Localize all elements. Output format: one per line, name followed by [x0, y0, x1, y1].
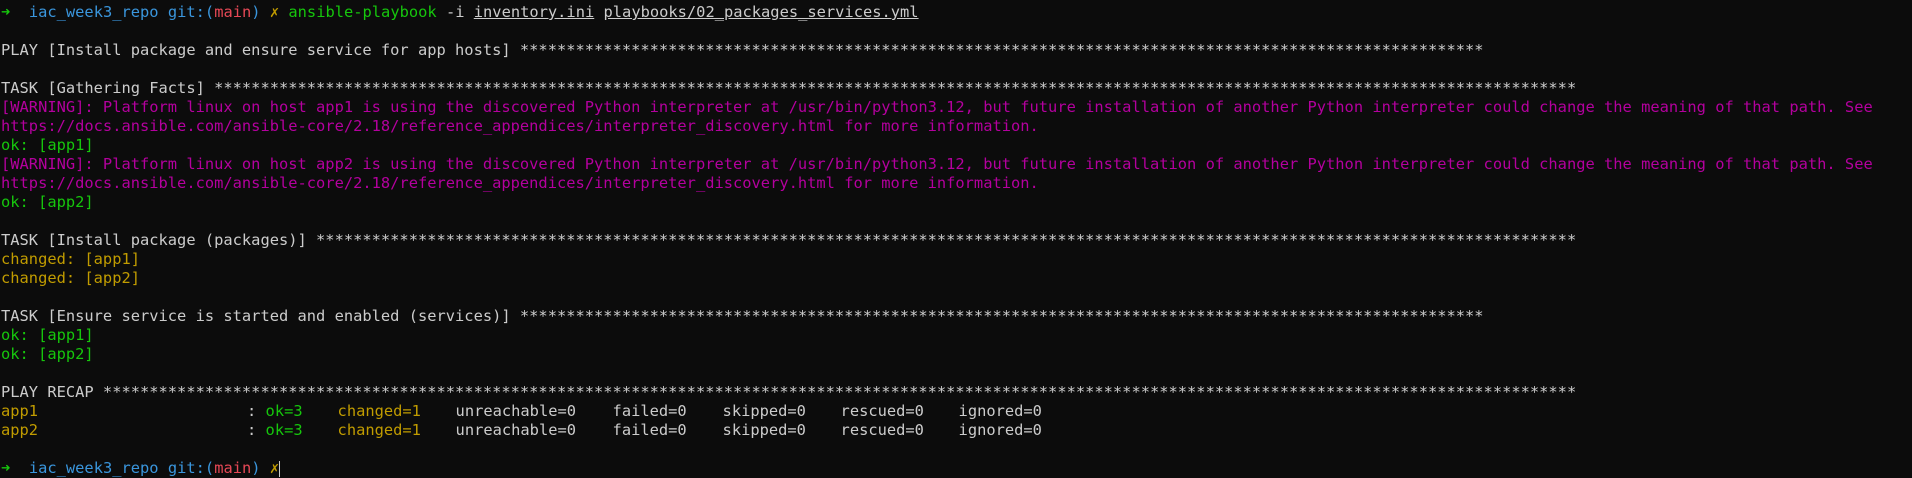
prompt-branch: main [214, 459, 252, 477]
prompt-git-prefix: git:( [167, 3, 215, 21]
task-result-ok: ok: [app2] [1, 193, 94, 211]
command-inventory-path[interactable]: inventory.ini [474, 3, 594, 21]
prompt-git-prefix: git:( [167, 459, 215, 477]
warning-line: [WARNING]: Platform linux on host app2 i… [1, 155, 1873, 173]
play-recap-header: PLAY RECAP *****************************… [1, 383, 1577, 401]
recap-host: app1 [1, 402, 39, 420]
recap-skipped: skipped=0 [722, 421, 806, 439]
command-playbook-path[interactable]: playbooks/02_packages_services.yml [604, 3, 919, 21]
recap-changed: changed=1 [337, 402, 421, 420]
prompt-git-suffix: ) [251, 3, 261, 21]
prompt-git-suffix: ) [251, 459, 261, 477]
warning-link-line: https://docs.ansible.com/ansible-core/2.… [1, 174, 1039, 192]
command-line: ➜ iac_week3_repo git:(main) ✗ ansible-pl… [0, 3, 1912, 22]
prompt-directory: iac_week3_repo [28, 3, 159, 21]
prompt-dirty-marker: ✗ [269, 459, 280, 477]
task-gathering-facts-header: TASK [Gathering Facts] *****************… [1, 79, 1577, 97]
recap-host: app2 [1, 421, 39, 439]
task-ensure-service-header: TASK [Ensure service is started and enab… [1, 307, 1484, 325]
recap-unreachable: unreachable=0 [455, 402, 577, 420]
task-result-ok: ok: [app1] [1, 136, 94, 154]
terminal-window[interactable]: ➜ iac_week3_repo git:(main) ✗ ansible-pl… [0, 0, 1912, 477]
recap-rescued: rescued=0 [840, 421, 924, 439]
command-program: ansible-playbook [288, 3, 437, 21]
prompt-arrow: ➜ [1, 3, 11, 21]
task-install-package-header: TASK [Install package (packages)] ******… [1, 231, 1577, 249]
recap-changed: changed=1 [337, 421, 421, 439]
recap-row: app1: ok=3 changed=1 unreachable=0 failed=0… [1, 402, 1042, 420]
warning-link-line: https://docs.ansible.com/ansible-core/2.… [1, 117, 1039, 135]
recap-skipped: skipped=0 [722, 402, 806, 420]
recap-failed: failed=0 [612, 402, 687, 420]
warning-line: [WARNING]: Platform linux on host app1 i… [1, 98, 1873, 116]
current-prompt-line[interactable]: ➜ iac_week3_repo git:(main) ✗ [0, 459, 1912, 478]
command-flag: -i [445, 3, 465, 21]
text-cursor[interactable] [279, 460, 281, 477]
task-result-ok: ok: [app1] [1, 326, 94, 344]
recap-ignored: ignored=0 [958, 421, 1042, 439]
prompt-branch: main [214, 3, 252, 21]
recap-ok: ok=3 [265, 402, 303, 420]
task-result-ok: ok: [app2] [1, 345, 94, 363]
task-result-changed: changed: [app2] [1, 269, 140, 287]
recap-failed: failed=0 [612, 421, 687, 439]
recap-rescued: rescued=0 [840, 402, 924, 420]
prompt-arrow: ➜ [1, 459, 11, 477]
task-result-changed: changed: [app1] [1, 250, 140, 268]
prompt-dirty-marker: ✗ [269, 3, 280, 21]
recap-row: app2: ok=3 changed=1 unreachable=0 failed=0… [1, 421, 1042, 439]
recap-ok: ok=3 [265, 421, 303, 439]
recap-unreachable: unreachable=0 [455, 421, 577, 439]
recap-ignored: ignored=0 [958, 402, 1042, 420]
play-header: PLAY [Install package and ensure service… [1, 41, 1484, 59]
prompt-directory: iac_week3_repo [28, 459, 159, 477]
